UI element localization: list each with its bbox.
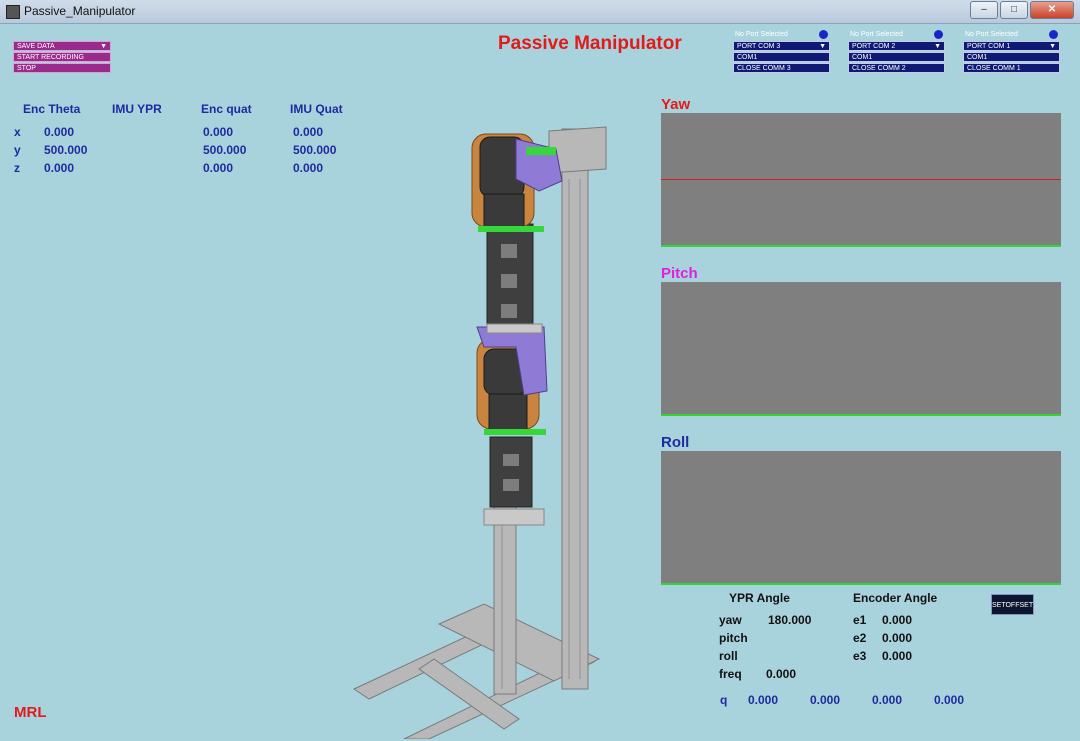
roll-plot-label: Roll (661, 434, 690, 451)
e2-label: e2 (853, 631, 867, 645)
minimize-button[interactable]: ‒ (970, 1, 998, 19)
pitch-plot-label: Pitch (661, 265, 698, 282)
freq-value: 0.000 (766, 667, 797, 681)
port-select[interactable]: PORT COM 3 ▼ (733, 41, 830, 51)
quaternion-value-w: 0.000 (748, 693, 779, 707)
imu-quat-x: 0.000 (293, 125, 324, 139)
axis-label-x: x (14, 125, 21, 139)
roll-plot (661, 451, 1061, 585)
e2-value: 0.000 (882, 631, 913, 645)
arm-link-lower (489, 436, 533, 508)
connection-indicator-icon (934, 30, 943, 39)
enc-theta-y: 500.000 (44, 143, 88, 157)
save-data-label: SAVE DATA (17, 43, 55, 50)
e3-label: e3 (853, 649, 867, 663)
axis-label-z: z (14, 161, 20, 175)
encoder-angle-header: Encoder Angle (853, 591, 938, 605)
e1-label: e1 (853, 613, 867, 627)
yaw-label: yaw (719, 613, 742, 627)
pitch-plot (661, 282, 1061, 416)
start-recording-button[interactable]: START RECORDING (13, 52, 111, 62)
enc-quat-z: 0.000 (203, 161, 234, 175)
chevron-down-icon: ▼ (934, 43, 941, 50)
frame-post-rear (561, 128, 589, 690)
joint-upper-motor (483, 193, 525, 230)
enc-theta-x: 0.000 (44, 125, 75, 139)
save-data-dropdown[interactable]: SAVE DATA ▼ (13, 41, 111, 51)
window-titlebar: Passive_Manipulator ‒ □ ✕ (0, 0, 1080, 24)
ypr-angle-header: YPR Angle (729, 591, 790, 605)
quaternion-value-y: 0.000 (872, 693, 903, 707)
arm-end-bracket (483, 508, 545, 526)
close-comm-button[interactable]: CLOSE COMM 3 (733, 63, 830, 73)
port-select-value: PORT COM 2 (852, 43, 896, 50)
port-select[interactable]: PORT COM 1 ▼ (963, 41, 1060, 51)
connection-indicator-icon (819, 30, 828, 39)
setoffset-button[interactable]: SETOFFSET (991, 594, 1034, 615)
maximize-button[interactable]: □ (1000, 1, 1028, 19)
port-status: No Port Selected (963, 30, 1060, 40)
header-imu-ypr: IMU YPR (112, 102, 162, 116)
yaw-trace (661, 179, 1061, 180)
port-status: No Port Selected (848, 30, 945, 40)
app-title: Passive Manipulator (498, 33, 682, 54)
yaw-plot (661, 113, 1061, 247)
port-status-text: No Port Selected (850, 31, 903, 38)
e1-value: 0.000 (882, 613, 913, 627)
port-status: No Port Selected (733, 30, 830, 40)
port-status-text: No Port Selected (965, 31, 1018, 38)
imu-quat-y: 500.000 (293, 143, 337, 157)
freq-label: freq (719, 667, 742, 681)
e3-value: 0.000 (882, 649, 913, 663)
app-canvas: SAVE DATA ▼ START RECORDING STOP Passive… (4, 24, 1078, 740)
quaternion-label: q (720, 693, 728, 707)
frame-post-front (493, 503, 517, 695)
axis-label-y: y (14, 143, 21, 157)
mrl-logo: MRL (14, 704, 47, 721)
close-comm-button[interactable]: CLOSE COMM 1 (963, 63, 1060, 73)
enc-quat-x: 0.000 (203, 125, 234, 139)
yaw-plot-label: Yaw (661, 96, 691, 113)
header-enc-theta: Enc Theta (23, 102, 81, 116)
window-controls: ‒ □ ✕ (970, 1, 1074, 19)
roll-label: roll (719, 649, 738, 663)
close-button[interactable]: ✕ (1030, 1, 1074, 19)
chevron-down-icon: ▼ (819, 43, 826, 50)
com-field[interactable]: COM1 (733, 52, 830, 62)
connection-indicator-icon (1049, 30, 1058, 39)
port-panel-3: No Port Selected PORT COM 3 ▼ COM1 CLOSE… (733, 30, 830, 73)
joint-lower-bracket (486, 323, 543, 334)
port-status-text: No Port Selected (735, 31, 788, 38)
com-field[interactable]: COM1 (848, 52, 945, 62)
enc-theta-z: 0.000 (44, 161, 75, 175)
chevron-down-icon: ▼ (1049, 43, 1056, 50)
quaternion-value-z: 0.000 (934, 693, 965, 707)
joint-lower-green-ring (484, 429, 546, 435)
app-icon (6, 5, 20, 19)
enc-quat-y: 500.000 (203, 143, 247, 157)
joint-upper-green-ring (478, 226, 544, 232)
header-imu-quat: IMU Quat (290, 102, 343, 116)
imu-quat-z: 0.000 (293, 161, 324, 175)
stop-button[interactable]: STOP (13, 63, 111, 73)
window-title: Passive_Manipulator (24, 4, 136, 18)
yaw-value: 180.000 (768, 613, 812, 627)
com-field[interactable]: COM1 (963, 52, 1060, 62)
port-panel-1: No Port Selected PORT COM 1 ▼ COM1 CLOSE… (963, 30, 1060, 73)
manipulator-3d-view[interactable] (344, 99, 614, 739)
pitch-label: pitch (719, 631, 748, 645)
close-comm-button[interactable]: CLOSE COMM 2 (848, 63, 945, 73)
joint-lower-motor (488, 393, 528, 431)
header-enc-quat: Enc quat (201, 102, 252, 116)
port-panel-2: No Port Selected PORT COM 2 ▼ COM1 CLOSE… (848, 30, 945, 73)
port-select-value: PORT COM 3 (737, 43, 781, 50)
chevron-down-icon: ▼ (100, 43, 107, 50)
port-select[interactable]: PORT COM 2 ▼ (848, 41, 945, 51)
port-select-value: PORT COM 1 (967, 43, 1011, 50)
quaternion-value-x: 0.000 (810, 693, 841, 707)
